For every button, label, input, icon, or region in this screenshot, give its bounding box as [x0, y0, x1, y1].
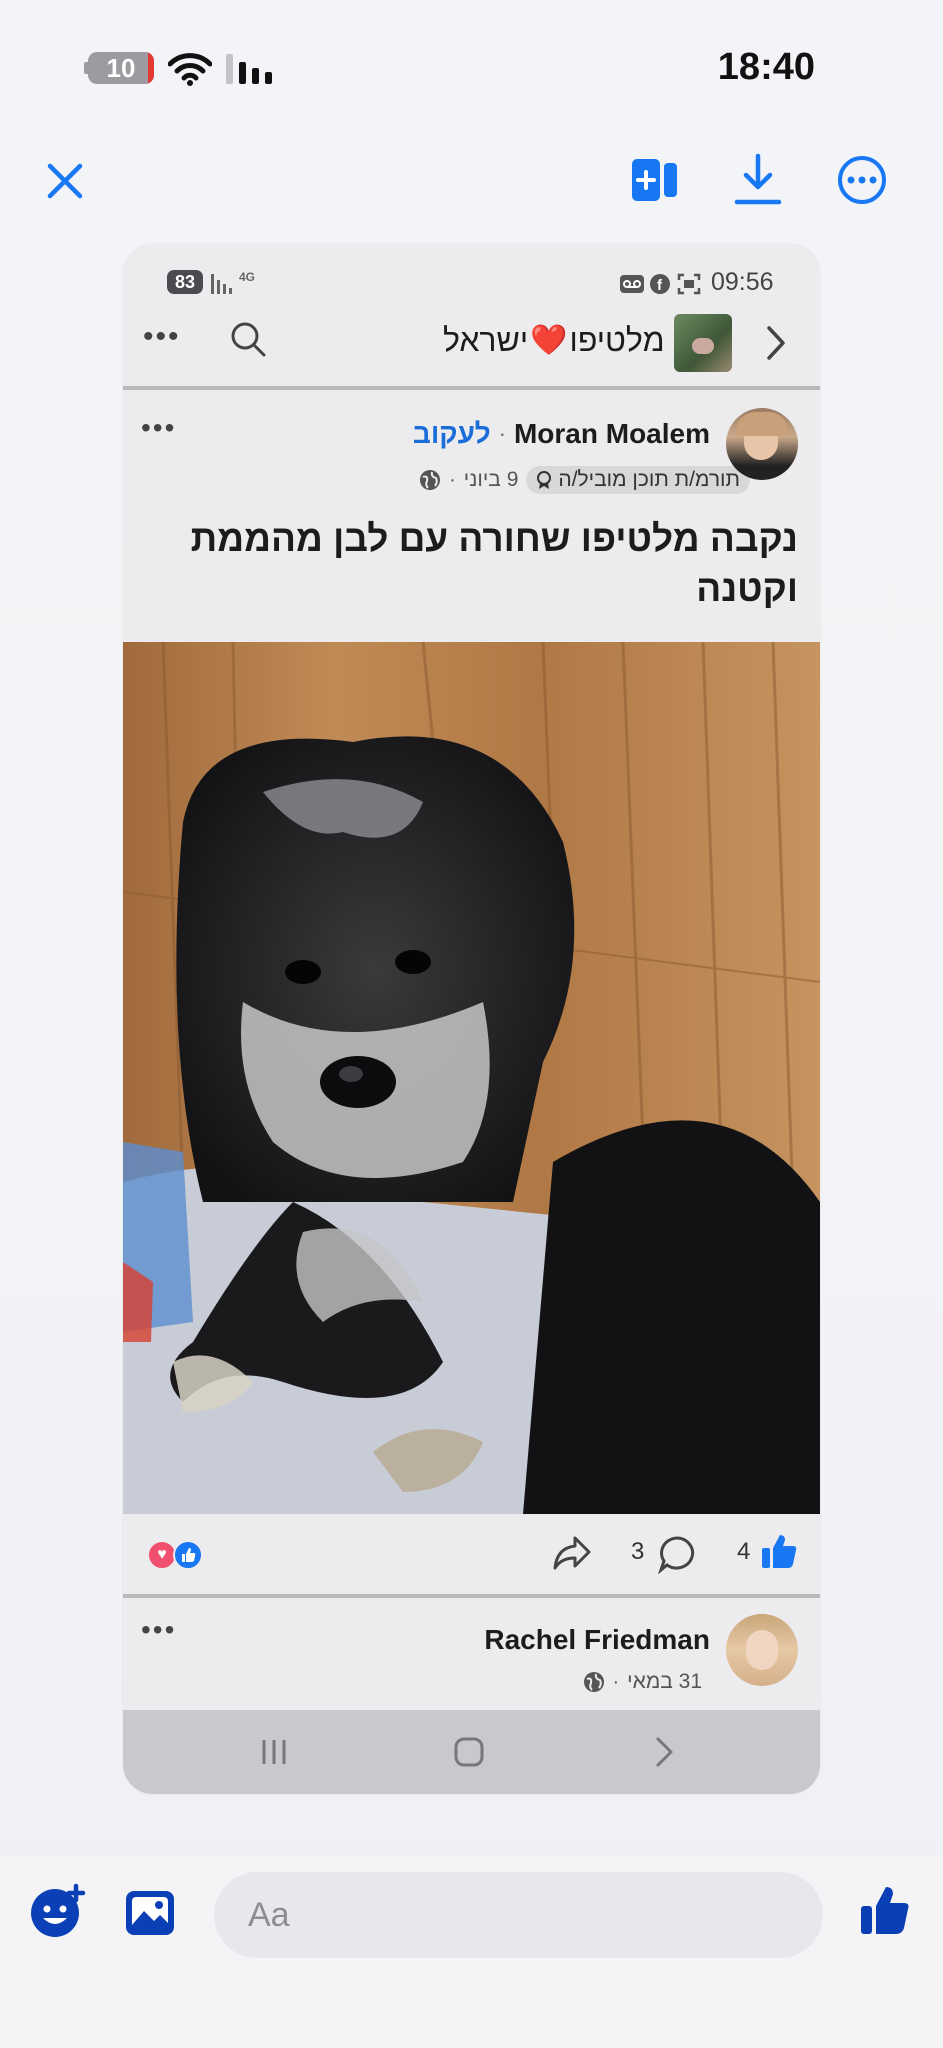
- comment-count: 3: [631, 1538, 645, 1565]
- close-icon[interactable]: [46, 162, 84, 200]
- inner-signal-icon: [211, 274, 232, 294]
- post-author-line: לעקוב · Moran Moalem: [413, 418, 710, 450]
- next-post-more-icon[interactable]: •••: [141, 1614, 176, 1646]
- recent-apps-icon[interactable]: [259, 1738, 289, 1766]
- thumbs-up-send-icon[interactable]: [858, 1884, 912, 1938]
- heart-icon: ❤️: [530, 323, 568, 357]
- message-input[interactable]: [214, 1872, 823, 1958]
- group-cover-thumbnail: [674, 314, 732, 372]
- post-date: 9 ביוני: [463, 468, 519, 491]
- search-icon[interactable]: [229, 320, 267, 358]
- post-meta-line: · 9 ביוני תורמ/ת תוכן מוביל/ה: [419, 466, 750, 494]
- globe-icon: [420, 470, 441, 490]
- next-post-date: 31 במאי: [627, 1670, 702, 1693]
- next-post-meta: · 31 במאי: [583, 1670, 702, 1694]
- post-photo[interactable]: [123, 642, 820, 1514]
- divider: [123, 386, 820, 390]
- post-caption: נקבה מלטיפו שחורה עם לבן מהממת וקטנה: [190, 518, 798, 609]
- group-name-part-right: ישראל: [443, 321, 529, 358]
- screenshot-icon: [677, 273, 701, 295]
- battery-level: 10: [106, 52, 136, 83]
- like-reaction-icon: [173, 1540, 203, 1570]
- follow-link[interactable]: לעקוב: [413, 418, 491, 450]
- top-contributor-badge: תורמ/ת תוכן מוביל/ה: [526, 466, 750, 494]
- home-icon[interactable]: [453, 1736, 485, 1768]
- battery-indicator: 10: [88, 52, 154, 84]
- post-author-name[interactable]: Moran Moalem: [514, 418, 710, 450]
- like-count: 4: [737, 1538, 751, 1565]
- group-more-icon[interactable]: •••: [143, 320, 181, 354]
- next-post-avatar[interactable]: [726, 1614, 798, 1686]
- back-chevron-icon[interactable]: [653, 1736, 677, 1768]
- badge-icon: [537, 471, 552, 489]
- sticker-emoji-icon[interactable]: [28, 1882, 86, 1940]
- gallery-icon[interactable]: [124, 1889, 176, 1937]
- like-icon[interactable]: [759, 1532, 799, 1572]
- badge-label: תורמ/ת תוכן מוביל/ה: [558, 468, 740, 491]
- facebook-notification-icon: f: [650, 274, 670, 294]
- divider: [123, 1594, 820, 1598]
- status-time: 18:40: [717, 46, 815, 88]
- next-post-author-name[interactable]: Rachel Friedman: [484, 1624, 710, 1656]
- cellular-signal-icon: [226, 54, 272, 84]
- shared-screenshot[interactable]: 83 4G f 09:56 ••• ישראל ❤️ מלטיפו ••• לע…: [123, 244, 820, 1794]
- post-more-icon[interactable]: •••: [141, 412, 176, 444]
- next-post-header: ••• Rachel Friedman · 31 במאי: [123, 1600, 820, 1710]
- author-avatar[interactable]: [726, 408, 798, 480]
- globe-icon: [583, 1672, 604, 1692]
- android-nav-bar: [123, 1710, 820, 1794]
- reactions-bar: ♥ 3 4: [123, 1514, 820, 1594]
- separator-dot: ·: [498, 421, 506, 446]
- inner-status-bar: 83 4G f 09:56: [123, 244, 820, 304]
- chevron-right-icon[interactable]: [763, 324, 789, 362]
- inner-time: 09:56: [711, 268, 774, 296]
- group-name-part-left: מלטיפו: [569, 321, 665, 358]
- add-to-group-icon[interactable]: [630, 155, 680, 205]
- message-input-placeholder: Aa: [248, 1896, 290, 1934]
- group-header: ••• ישראל ❤️ מלטיפו: [123, 304, 820, 378]
- download-icon[interactable]: [733, 152, 783, 206]
- group-name: ישראל ❤️ מלטיפו: [443, 318, 665, 362]
- voicemail-icon: [620, 275, 644, 293]
- comment-icon[interactable]: [657, 1534, 697, 1574]
- puppy-photo: [123, 642, 820, 1514]
- more-icon[interactable]: [836, 154, 888, 206]
- wifi-icon: [168, 53, 212, 86]
- share-icon[interactable]: [551, 1534, 593, 1574]
- inner-network: 4G: [239, 270, 256, 284]
- inner-battery: 83: [167, 270, 203, 294]
